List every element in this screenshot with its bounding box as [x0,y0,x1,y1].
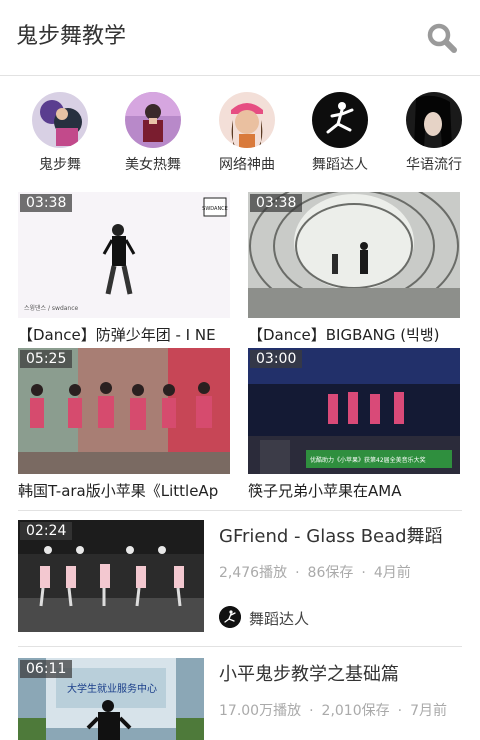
video-card[interactable]: SWDANCE 스윙댄스 / swdance 03:38 【Dance】防弹少年… [18,192,230,346]
video-thumbnail[interactable]: 03:38 [248,192,460,318]
video-card[interactable]: 03:38 【Dance】BIGBANG (빅뱅) [248,192,460,346]
category-hot-dance[interactable]: 美女热舞 [113,92,193,174]
video-duration: 03:38 [20,194,73,212]
video-meta: 2,476播放 · 86保存 · 4月前 [219,562,411,582]
video-list-item[interactable]: 大学生就业服务中心 06:11 小平鬼步教学之基础篇 17.00万播放 · 2,01… [18,658,462,740]
video-title[interactable]: 小平鬼步教学之基础篇 [219,660,399,686]
category-label: 鬼步舞 [39,157,81,173]
save-count: 86保存 [307,565,354,581]
avatar-ghost-step-icon [32,92,88,148]
video-meta: 17.00万播放 · 2,010保存 · 7月前 [219,700,447,720]
channel-avatar-icon [219,606,241,628]
avatar-web-song-icon [219,92,275,148]
play-count: 2,476播放 [219,565,288,581]
video-duration: 03:38 [250,194,303,212]
video-title[interactable]: 筷子兄弟小苹果在AMA [248,480,460,501]
video-card[interactable]: 优酷助力《小苹果》获第42届全美音乐大奖 03:00 筷子兄弟小苹果在AMA [248,348,460,502]
category-label: 华语流行 [406,157,462,173]
search-icon [427,23,457,53]
channel-name: 舞蹈达人 [249,610,310,628]
thumb-badge-text: SWDANCE [202,206,228,212]
app-header: 鬼步舞教学 [0,0,480,76]
page-title: 鬼步舞教学 [16,24,127,49]
category-strip: 鬼步舞 美女热舞 网络神曲 舞蹈达人 华语流行 [0,92,480,174]
video-title[interactable]: 【Dance】BIGBANG (빅뱅) [248,324,460,345]
play-count: 17.00万播放 [219,703,302,719]
category-label: 美女热舞 [125,157,181,173]
video-thumbnail[interactable]: 大学生就业服务中心 06:11 [18,658,204,740]
divider [18,646,462,647]
divider [18,510,462,511]
video-thumbnail[interactable]: 02:24 [18,520,204,632]
video-duration: 06:11 [20,660,73,678]
video-duration: 05:25 [20,350,73,368]
meta-separator: · [397,703,403,719]
video-card[interactable]: 05:25 韩国T-ara版小苹果《LittleAp [18,348,230,502]
video-duration: 03:00 [250,350,303,368]
video-duration: 02:24 [20,522,73,540]
video-list-item[interactable]: 02:24 GFriend - Glass Bead舞蹈 2,476播放 · 86保… [18,520,462,634]
video-thumbnail[interactable]: 05:25 [18,348,230,474]
meta-separator: · [309,703,314,719]
category-dance-master[interactable]: 舞蹈达人 [300,92,380,174]
category-label: 网络神曲 [219,157,275,173]
category-web-song[interactable]: 网络神曲 [207,92,287,174]
thumb-banner-text: 优酷助力《小苹果》获第42届全美音乐大奖 [310,456,426,464]
video-thumbnail[interactable]: SWDANCE 스윙댄스 / swdance 03:38 [18,192,230,318]
avatar-hot-dance-icon [125,92,181,148]
video-title[interactable]: GFriend - Glass Bead舞蹈 [219,522,443,548]
avatar-dance-master-icon [312,92,368,148]
avatar-chinese-pop-icon [406,92,462,148]
thumb-banner-text: 大学生就业服务中心 [67,682,157,695]
upload-date: 4月前 [373,565,411,581]
upload-date: 7月前 [410,703,448,719]
thumb-caption-text: 스윙댄스 / swdance [24,304,79,312]
meta-separator: · [295,565,300,581]
meta-separator: · [361,565,366,581]
video-title[interactable]: 【Dance】防弹少年团 - I NE [18,324,230,345]
save-count: 2,010保存 [321,703,390,719]
category-ghost-step[interactable]: 鬼步舞 [20,92,100,174]
video-thumbnail[interactable]: 优酷助力《小苹果》获第42届全美音乐大奖 03:00 [248,348,460,474]
search-button[interactable] [424,20,460,56]
category-chinese-pop[interactable]: 华语流行 [394,92,474,174]
video-title[interactable]: 韩国T-ara版小苹果《LittleAp [18,480,230,501]
category-label: 舞蹈达人 [312,157,368,173]
